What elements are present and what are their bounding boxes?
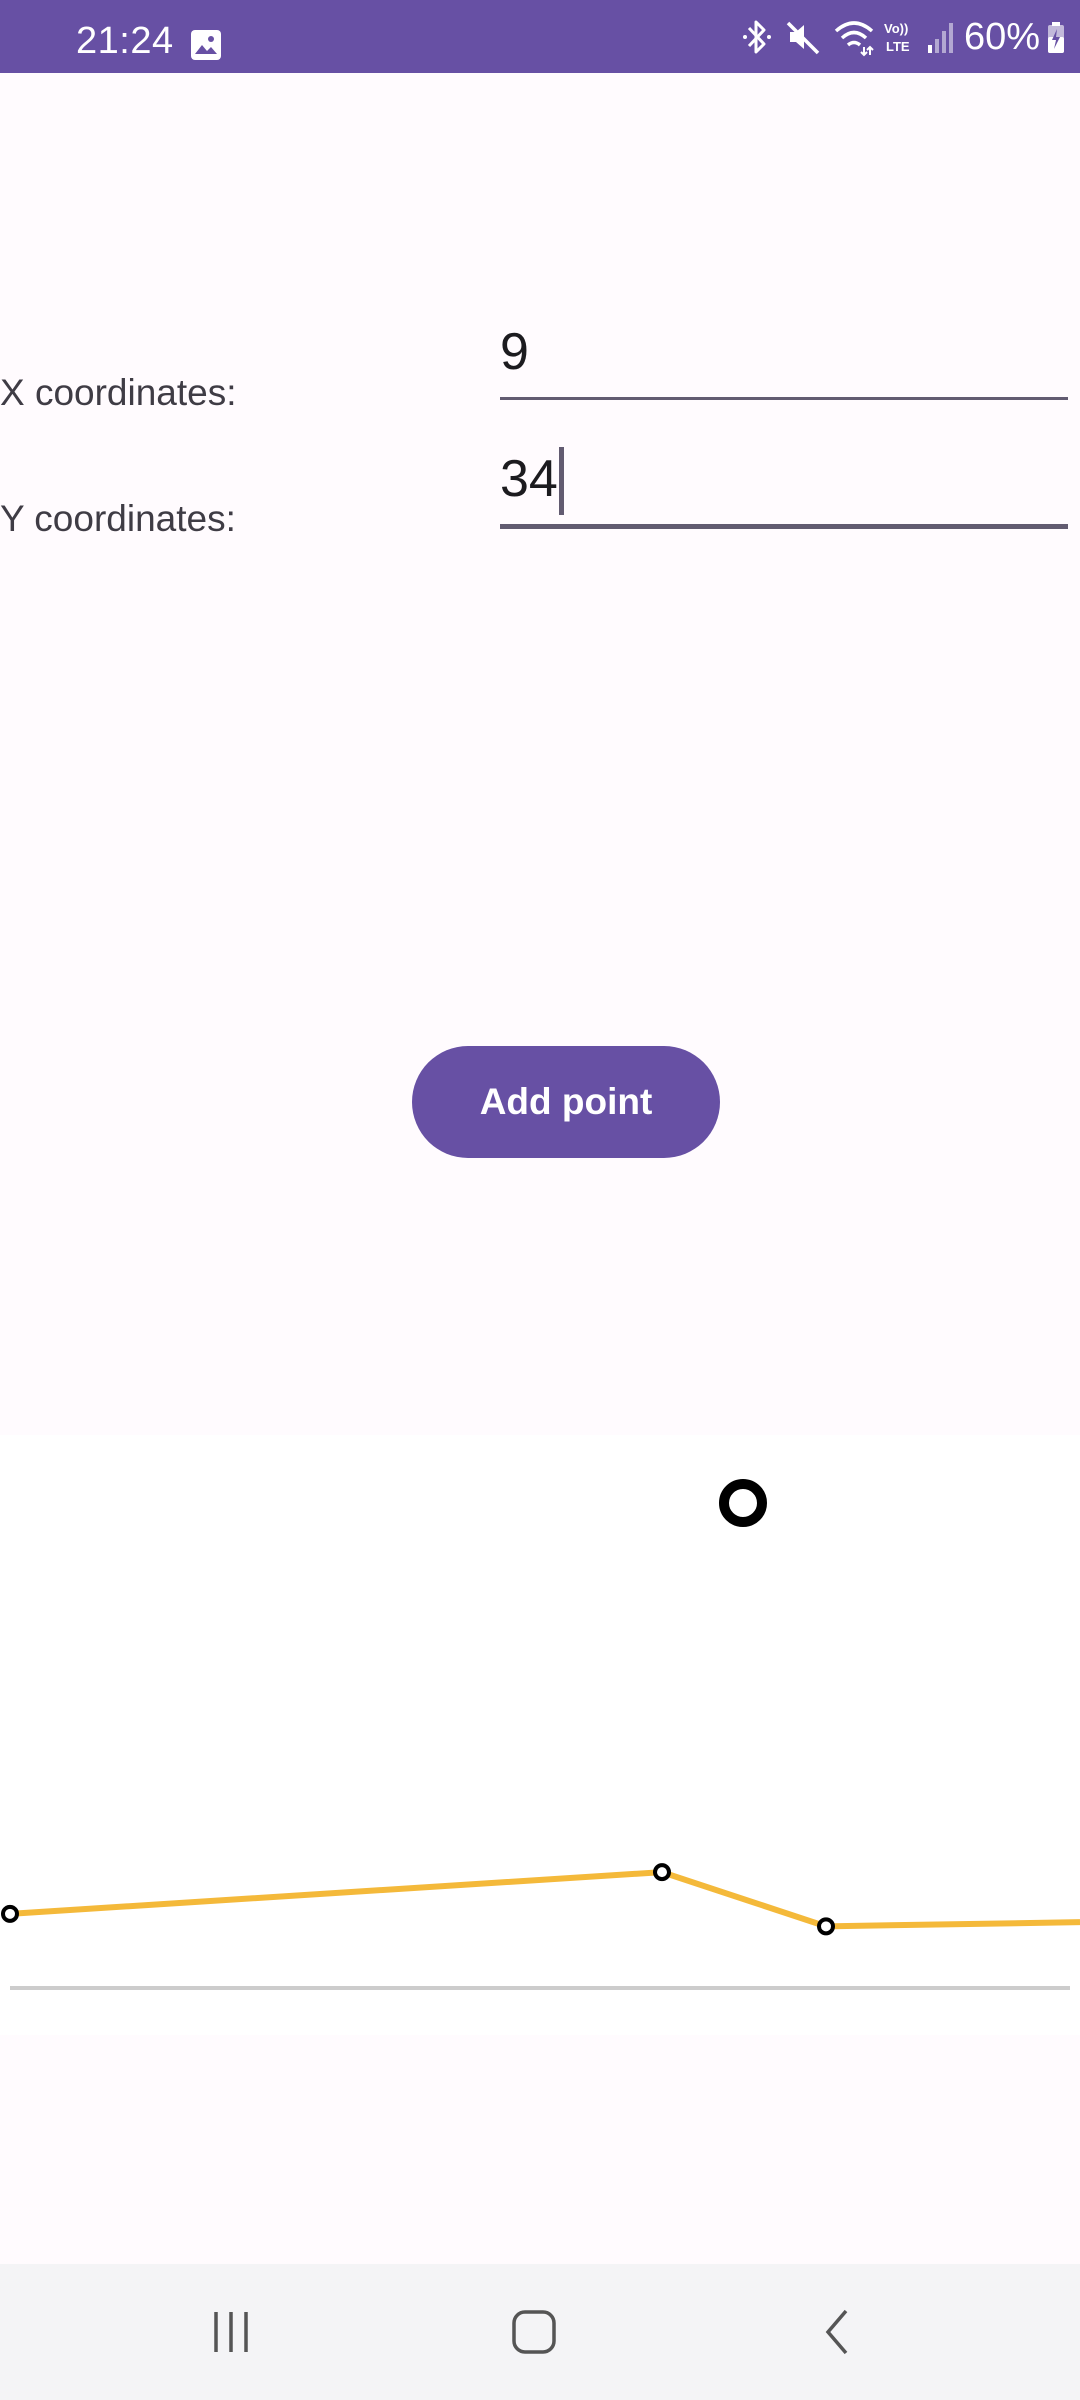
signal-icon [926,17,954,57]
y-coordinate-input[interactable] [500,434,1068,529]
data-point[interactable] [1,1904,19,1923]
home-button[interactable] [464,2292,604,2372]
data-point[interactable] [817,1917,835,1936]
line-chart [0,1435,1080,2035]
battery-percent: 60% [963,15,1040,58]
text-cursor [559,447,564,515]
wifi-icon [832,17,876,57]
volte-icon: Vo)) LTE [882,17,918,57]
gallery-icon [190,29,222,61]
status-bar: 21:24 Vo)) LTE 60% [0,0,1080,73]
highlighted-data-point[interactable] [719,1479,767,1527]
mute-icon [784,17,822,57]
svg-text:Vo)): Vo)) [884,21,908,36]
data-point[interactable] [653,1863,671,1882]
navigation-bar [0,2264,1080,2400]
add-point-button[interactable]: Add point [412,1046,720,1158]
svg-text:LTE: LTE [886,39,910,54]
y-coordinates-label: Y coordinates: [0,498,236,539]
back-icon [825,2309,848,2355]
battery-charging-icon [1046,17,1066,57]
status-time: 21:24 [76,20,174,62]
chart-svg [1,1479,1080,1990]
status-icons: Vo)) LTE 60% [740,14,1066,60]
home-icon [512,2310,556,2354]
recent-apps-button[interactable] [161,2292,301,2372]
series-line [9,1869,1080,1930]
recent-apps-icon [214,2312,248,2352]
x-coordinates-label: X coordinates: [0,372,237,413]
bluetooth-icon [740,17,774,57]
back-button[interactable] [768,2292,908,2372]
x-coordinate-input[interactable] [500,307,1068,400]
